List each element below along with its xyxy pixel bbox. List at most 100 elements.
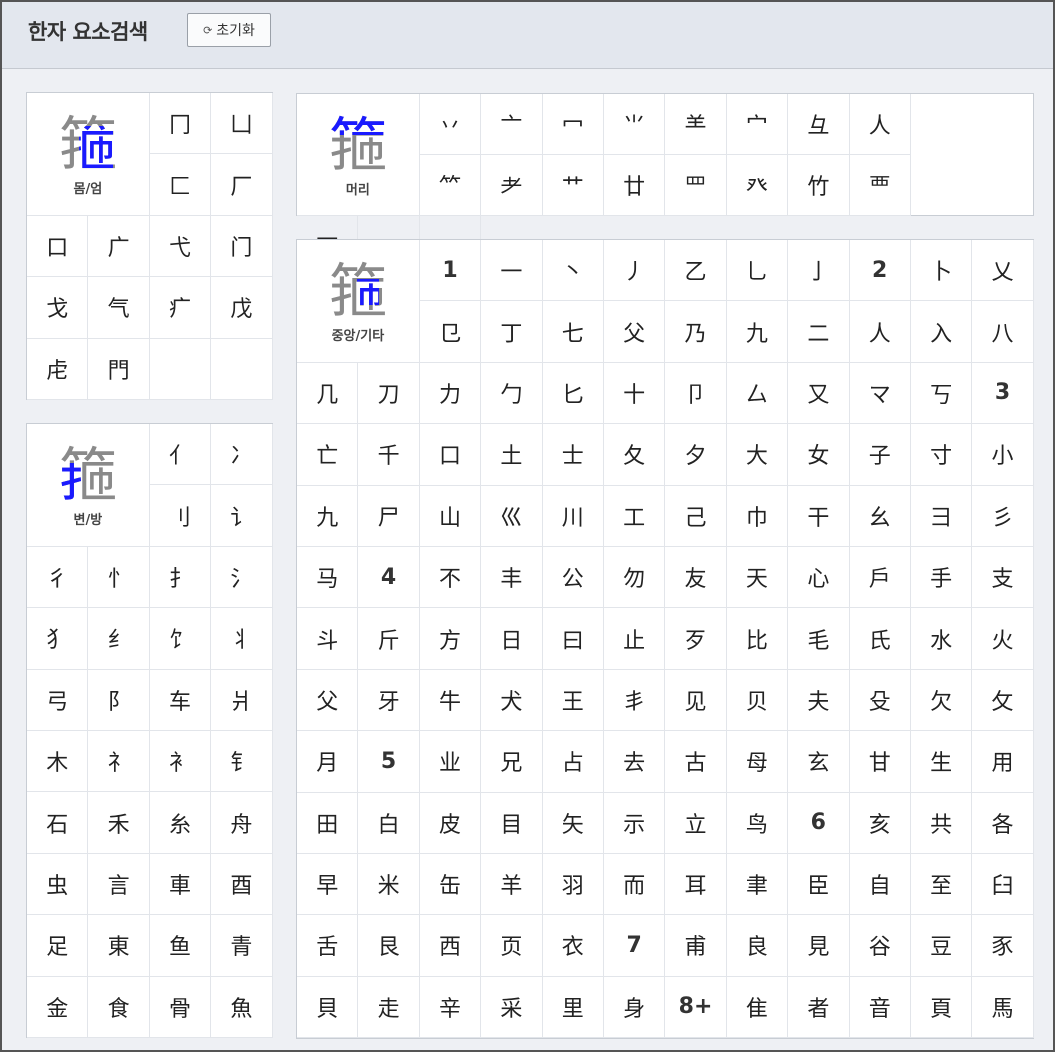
- radical-cell[interactable]: 卩: [665, 362, 727, 425]
- radical-cell[interactable]: 虫: [27, 853, 89, 916]
- radical-cell[interactable]: ⺌: [603, 94, 666, 155]
- radical-cell[interactable]: 糸: [149, 792, 212, 854]
- radical-cell[interactable]: 又: [788, 362, 850, 425]
- radical-cell[interactable]: 乙: [665, 240, 727, 302]
- radical-cell[interactable]: 川: [542, 485, 604, 547]
- radical-cell[interactable]: 亡: [297, 424, 359, 486]
- radical-cell[interactable]: 戊: [211, 277, 273, 339]
- radical-cell[interactable]: 士: [542, 424, 604, 486]
- radical-cell[interactable]: 白: [358, 792, 420, 854]
- radical-cell[interactable]: 米: [358, 853, 420, 916]
- radical-cell[interactable]: 鸟: [726, 792, 789, 854]
- radical-cell[interactable]: 气: [88, 277, 150, 339]
- radical-cell[interactable]: 刂: [149, 485, 212, 547]
- radical-cell[interactable]: 子: [849, 424, 911, 486]
- radical-cell[interactable]: 良: [726, 915, 789, 977]
- radical-cell[interactable]: 巾: [726, 485, 789, 547]
- radical-cell[interactable]: 二: [788, 301, 850, 363]
- radical-cell[interactable]: 青: [211, 915, 273, 977]
- radical-cell[interactable]: 牛: [419, 669, 482, 732]
- radical-cell[interactable]: 比: [726, 608, 789, 670]
- radical-cell[interactable]: ⺮: [419, 155, 482, 216]
- radical-cell[interactable]: 父: [603, 301, 666, 363]
- radical-cell[interactable]: 甘: [849, 731, 911, 793]
- radical-cell[interactable]: 讠: [211, 485, 273, 547]
- radical-cell[interactable]: 酉: [211, 853, 273, 916]
- radical-cell[interactable]: 人: [849, 94, 911, 155]
- radical-cell[interactable]: 一: [481, 240, 543, 302]
- radical-cell[interactable]: 巛: [481, 485, 543, 547]
- radical-cell[interactable]: 匕: [542, 362, 604, 425]
- radical-cell[interactable]: 口: [27, 215, 89, 278]
- radical-cell[interactable]: 耂: [481, 155, 543, 216]
- radical-cell[interactable]: 戈: [27, 277, 89, 339]
- radical-cell[interactable]: 干: [788, 485, 850, 547]
- radical-cell[interactable]: 石: [27, 792, 89, 854]
- radical-cell[interactable]: 歹: [665, 608, 727, 670]
- radical-cell[interactable]: 早: [297, 853, 359, 916]
- radical-cell[interactable]: 㔾: [419, 301, 482, 363]
- radical-cell[interactable]: 虍: [27, 338, 89, 400]
- radical-cell[interactable]: 木: [27, 730, 89, 793]
- radical-cell[interactable]: 魚: [211, 976, 273, 1038]
- radical-cell[interactable]: 山: [419, 485, 482, 547]
- radical-cell[interactable]: 毛: [788, 608, 850, 670]
- radical-cell[interactable]: 止: [603, 608, 666, 670]
- radical-cell[interactable]: 火: [972, 608, 1034, 670]
- radical-cell[interactable]: 金: [27, 976, 89, 1038]
- radical-cell[interactable]: 大: [726, 424, 789, 486]
- radical-cell[interactable]: 生: [910, 731, 973, 793]
- radical-cell[interactable]: 癶: [726, 155, 789, 216]
- radical-cell[interactable]: 凵: [211, 93, 273, 155]
- radical-cell[interactable]: 皮: [419, 792, 482, 854]
- radical-cell[interactable]: 兄: [481, 731, 543, 793]
- radical-cell[interactable]: 至: [910, 853, 973, 916]
- radical-cell[interactable]: 足: [27, 915, 89, 977]
- radical-cell[interactable]: 各: [972, 792, 1034, 854]
- radical-cell[interactable]: 門: [88, 338, 150, 400]
- radical-cell[interactable]: 殳: [849, 669, 911, 732]
- radical-cell[interactable]: 丰: [481, 546, 543, 609]
- radical-cell[interactable]: 八: [972, 301, 1034, 363]
- radical-cell[interactable]: 纟: [88, 608, 150, 670]
- radical-cell[interactable]: 占: [542, 731, 604, 793]
- radical-cell[interactable]: 亠: [481, 94, 543, 155]
- radical-cell[interactable]: 去: [603, 731, 666, 793]
- radical-cell[interactable]: 冖: [542, 94, 604, 155]
- radical-cell[interactable]: 口: [419, 424, 482, 486]
- radical-cell[interactable]: 用: [972, 731, 1034, 793]
- radical-cell[interactable]: 舌: [297, 915, 359, 977]
- radical-cell[interactable]: 广: [88, 215, 150, 278]
- radical-cell[interactable]: 丯: [603, 669, 666, 732]
- radical-cell[interactable]: 鱼: [149, 915, 212, 977]
- radical-cell[interactable]: 車: [149, 853, 212, 916]
- radical-cell[interactable]: 骨: [149, 976, 212, 1038]
- radical-cell[interactable]: 羊: [481, 853, 543, 916]
- radical-cell[interactable]: 彡: [972, 485, 1034, 547]
- radical-cell[interactable]: 古: [665, 731, 727, 793]
- radical-cell[interactable]: 疒: [149, 277, 212, 339]
- radical-cell[interactable]: 彑: [788, 94, 850, 155]
- radical-cell[interactable]: 亅: [788, 240, 850, 302]
- radical-cell[interactable]: 夕: [665, 424, 727, 486]
- radical-cell[interactable]: 牙: [358, 669, 420, 732]
- radical-cell[interactable]: 饣: [149, 608, 212, 670]
- radical-cell[interactable]: 九: [297, 485, 359, 547]
- radical-cell[interactable]: 辛: [419, 976, 482, 1039]
- radical-cell[interactable]: 丁: [481, 301, 543, 363]
- radical-cell[interactable]: 己: [665, 485, 727, 547]
- radical-cell[interactable]: 爿: [211, 669, 273, 731]
- radical-cell[interactable]: 丷: [419, 94, 482, 155]
- radical-cell[interactable]: 亻: [149, 424, 212, 486]
- radical-cell[interactable]: 宀: [726, 94, 789, 155]
- radical-cell[interactable]: 母: [726, 731, 789, 793]
- radical-cell[interactable]: 勿: [603, 546, 666, 609]
- radical-cell[interactable]: 勹: [481, 362, 543, 425]
- radical-cell[interactable]: 力: [419, 362, 482, 425]
- radical-cell[interactable]: 目: [481, 792, 543, 854]
- radical-cell[interactable]: 艮: [358, 915, 420, 977]
- radical-cell[interactable]: 斗: [297, 608, 359, 670]
- radical-cell[interactable]: 礻: [88, 730, 150, 793]
- radical-cell[interactable]: 尸: [358, 485, 420, 547]
- radical-cell[interactable]: 扌: [149, 546, 212, 609]
